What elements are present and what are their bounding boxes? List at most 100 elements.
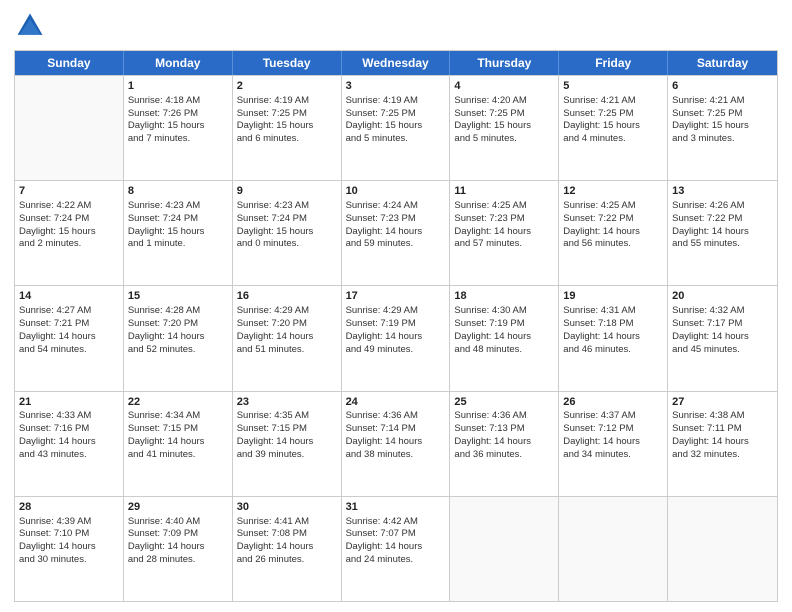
cell-line: Daylight: 15 hours (128, 226, 228, 239)
header-day-friday: Friday (559, 51, 668, 75)
cell-line: Daylight: 15 hours (672, 120, 773, 133)
cell-line: Daylight: 14 hours (454, 226, 554, 239)
cell-line: Sunrise: 4:25 AM (563, 200, 663, 213)
cell-line: Daylight: 15 hours (563, 120, 663, 133)
cal-cell-3-4: 17Sunrise: 4:29 AMSunset: 7:19 PMDayligh… (342, 286, 451, 390)
cell-line: and 41 minutes. (128, 449, 228, 462)
cal-cell-3-3: 16Sunrise: 4:29 AMSunset: 7:20 PMDayligh… (233, 286, 342, 390)
cal-cell-5-1: 28Sunrise: 4:39 AMSunset: 7:10 PMDayligh… (15, 497, 124, 601)
cell-line: Daylight: 14 hours (19, 436, 119, 449)
cell-line: Sunset: 7:25 PM (237, 108, 337, 121)
cell-line: Sunrise: 4:33 AM (19, 410, 119, 423)
day-number: 13 (672, 184, 773, 199)
cell-line: Sunset: 7:25 PM (563, 108, 663, 121)
calendar-body: 1Sunrise: 4:18 AMSunset: 7:26 PMDaylight… (15, 75, 777, 601)
cal-cell-5-2: 29Sunrise: 4:40 AMSunset: 7:09 PMDayligh… (124, 497, 233, 601)
cell-line: Daylight: 14 hours (346, 436, 446, 449)
cal-cell-4-1: 21Sunrise: 4:33 AMSunset: 7:16 PMDayligh… (15, 392, 124, 496)
cell-line: Sunset: 7:13 PM (454, 423, 554, 436)
day-number: 14 (19, 289, 119, 304)
cell-line: Sunrise: 4:29 AM (346, 305, 446, 318)
cell-line: and 48 minutes. (454, 344, 554, 357)
header-day-monday: Monday (124, 51, 233, 75)
day-number: 17 (346, 289, 446, 304)
cell-line: Daylight: 15 hours (128, 120, 228, 133)
cell-line: Daylight: 14 hours (563, 436, 663, 449)
day-number: 10 (346, 184, 446, 199)
cell-line: Daylight: 14 hours (454, 436, 554, 449)
cell-line: Sunrise: 4:27 AM (19, 305, 119, 318)
day-number: 15 (128, 289, 228, 304)
cell-line: Daylight: 14 hours (346, 226, 446, 239)
cal-cell-2-1: 7Sunrise: 4:22 AMSunset: 7:24 PMDaylight… (15, 181, 124, 285)
cell-line: and 54 minutes. (19, 344, 119, 357)
day-number: 20 (672, 289, 773, 304)
cal-cell-1-2: 1Sunrise: 4:18 AMSunset: 7:26 PMDaylight… (124, 76, 233, 180)
cal-cell-2-6: 12Sunrise: 4:25 AMSunset: 7:22 PMDayligh… (559, 181, 668, 285)
cell-line: and 34 minutes. (563, 449, 663, 462)
cell-line: Sunrise: 4:21 AM (563, 95, 663, 108)
cell-line: and 28 minutes. (128, 554, 228, 567)
week-row-2: 7Sunrise: 4:22 AMSunset: 7:24 PMDaylight… (15, 180, 777, 285)
day-number: 4 (454, 79, 554, 94)
cell-line: Sunset: 7:19 PM (346, 318, 446, 331)
cell-line: and 1 minute. (128, 238, 228, 251)
week-row-1: 1Sunrise: 4:18 AMSunset: 7:26 PMDaylight… (15, 75, 777, 180)
cell-line: Daylight: 14 hours (454, 331, 554, 344)
day-number: 8 (128, 184, 228, 199)
day-number: 26 (563, 395, 663, 410)
cell-line: Sunrise: 4:23 AM (128, 200, 228, 213)
cell-line: Sunrise: 4:26 AM (672, 200, 773, 213)
cell-line: Daylight: 14 hours (237, 331, 337, 344)
cell-line: and 4 minutes. (563, 133, 663, 146)
cal-cell-5-3: 30Sunrise: 4:41 AMSunset: 7:08 PMDayligh… (233, 497, 342, 601)
cell-line: Sunrise: 4:35 AM (237, 410, 337, 423)
cell-line: Sunset: 7:24 PM (19, 213, 119, 226)
cal-cell-3-7: 20Sunrise: 4:32 AMSunset: 7:17 PMDayligh… (668, 286, 777, 390)
cell-line: Sunrise: 4:32 AM (672, 305, 773, 318)
cell-line: Daylight: 14 hours (672, 226, 773, 239)
cell-line: Sunset: 7:25 PM (454, 108, 554, 121)
cal-cell-3-1: 14Sunrise: 4:27 AMSunset: 7:21 PMDayligh… (15, 286, 124, 390)
cell-line: and 32 minutes. (672, 449, 773, 462)
cell-line: Sunrise: 4:25 AM (454, 200, 554, 213)
cell-line: Sunset: 7:21 PM (19, 318, 119, 331)
cal-cell-1-5: 4Sunrise: 4:20 AMSunset: 7:25 PMDaylight… (450, 76, 559, 180)
cell-line: Sunrise: 4:41 AM (237, 516, 337, 529)
cal-cell-3-5: 18Sunrise: 4:30 AMSunset: 7:19 PMDayligh… (450, 286, 559, 390)
day-number: 24 (346, 395, 446, 410)
day-number: 27 (672, 395, 773, 410)
cell-line: and 2 minutes. (19, 238, 119, 251)
cell-line: Sunset: 7:24 PM (237, 213, 337, 226)
week-row-5: 28Sunrise: 4:39 AMSunset: 7:10 PMDayligh… (15, 496, 777, 601)
cell-line: and 57 minutes. (454, 238, 554, 251)
cell-line: Daylight: 14 hours (128, 541, 228, 554)
header-day-wednesday: Wednesday (342, 51, 451, 75)
cell-line: Sunset: 7:17 PM (672, 318, 773, 331)
day-number: 5 (563, 79, 663, 94)
cell-line: Daylight: 14 hours (346, 541, 446, 554)
cell-line: Sunrise: 4:18 AM (128, 95, 228, 108)
cell-line: and 49 minutes. (346, 344, 446, 357)
cal-cell-4-7: 27Sunrise: 4:38 AMSunset: 7:11 PMDayligh… (668, 392, 777, 496)
cell-line: Sunset: 7:12 PM (563, 423, 663, 436)
header-day-tuesday: Tuesday (233, 51, 342, 75)
calendar: SundayMondayTuesdayWednesdayThursdayFrid… (14, 50, 778, 602)
cell-line: Sunset: 7:16 PM (19, 423, 119, 436)
cal-cell-4-5: 25Sunrise: 4:36 AMSunset: 7:13 PMDayligh… (450, 392, 559, 496)
cell-line: Daylight: 14 hours (672, 436, 773, 449)
cal-cell-4-3: 23Sunrise: 4:35 AMSunset: 7:15 PMDayligh… (233, 392, 342, 496)
cell-line: Sunset: 7:18 PM (563, 318, 663, 331)
cell-line: and 26 minutes. (237, 554, 337, 567)
cal-cell-1-7: 6Sunrise: 4:21 AMSunset: 7:25 PMDaylight… (668, 76, 777, 180)
cal-cell-2-4: 10Sunrise: 4:24 AMSunset: 7:23 PMDayligh… (342, 181, 451, 285)
cell-line: Sunset: 7:24 PM (128, 213, 228, 226)
cell-line: Sunset: 7:11 PM (672, 423, 773, 436)
cal-cell-1-3: 2Sunrise: 4:19 AMSunset: 7:25 PMDaylight… (233, 76, 342, 180)
header-day-thursday: Thursday (450, 51, 559, 75)
cell-line: Daylight: 15 hours (19, 226, 119, 239)
cell-line: Sunset: 7:07 PM (346, 528, 446, 541)
cell-line: Sunrise: 4:36 AM (346, 410, 446, 423)
cal-cell-4-4: 24Sunrise: 4:36 AMSunset: 7:14 PMDayligh… (342, 392, 451, 496)
cal-cell-4-6: 26Sunrise: 4:37 AMSunset: 7:12 PMDayligh… (559, 392, 668, 496)
